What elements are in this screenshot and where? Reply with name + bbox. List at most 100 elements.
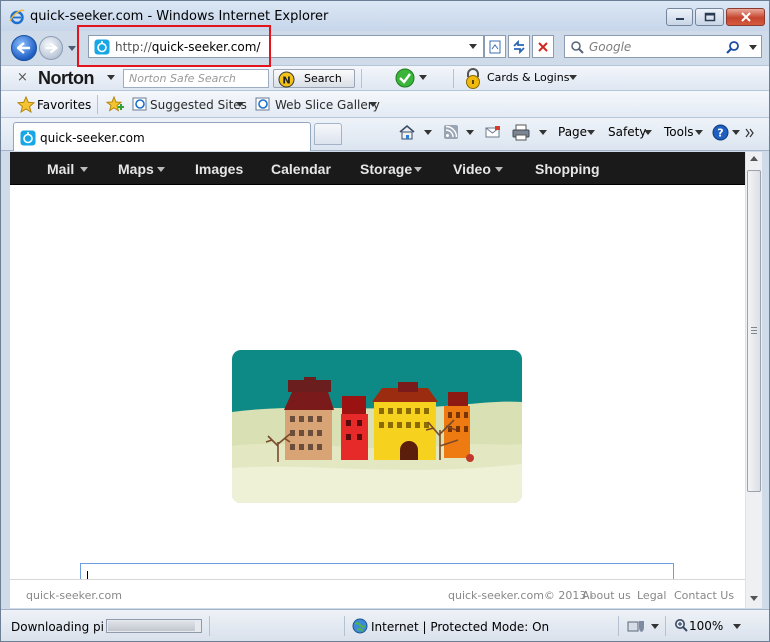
svg-text:?: ? — [717, 127, 723, 140]
refresh-button[interactable] — [508, 35, 530, 58]
ie-logo-icon — [9, 9, 25, 25]
status-divider — [209, 616, 210, 636]
close-icon — [740, 12, 751, 22]
storage-dropdown-icon[interactable] — [414, 167, 422, 173]
suggested-sites-icon — [132, 97, 147, 111]
nav-item-calendar[interactable]: Calendar — [271, 161, 331, 177]
forward-button[interactable] — [39, 36, 63, 60]
safety-menu[interactable]: Safety — [608, 125, 646, 139]
nav-item-images[interactable]: Images — [195, 161, 243, 177]
home-icon[interactable] — [398, 124, 416, 141]
refresh-icon — [513, 39, 525, 54]
web-slice-gallery-link[interactable]: Web Slice Gallery — [275, 98, 380, 112]
cards-logins-label[interactable]: Cards & Logins — [487, 71, 569, 84]
scrollbar-grip — [751, 327, 757, 334]
toolbar-divider — [453, 69, 454, 88]
page-content: Mail Maps Images Calendar Storage Video … — [10, 152, 745, 608]
search-icon[interactable] — [725, 40, 740, 55]
zoom-level[interactable]: 100% — [689, 619, 723, 633]
status-text: Downloading picture — [11, 620, 103, 634]
print-dropdown-icon[interactable] — [539, 130, 547, 136]
safe-web-check-icon[interactable] — [394, 68, 416, 88]
tab-quick-seeker[interactable]: quick-seeker.com — [13, 122, 311, 151]
tab-favicon-icon — [20, 130, 36, 146]
back-arrow-icon — [17, 42, 30, 54]
close-window-button[interactable] — [726, 8, 765, 26]
zoom-dropdown-icon[interactable] — [733, 624, 741, 630]
tab-label: quick-seeker.com — [40, 131, 145, 145]
norton-logo[interactable]: Norton — [38, 68, 94, 89]
stop-button[interactable] — [532, 35, 554, 58]
minimize-icon — [675, 18, 684, 20]
nav-item-mail[interactable]: Mail — [47, 161, 74, 177]
compatibility-view-icon — [489, 40, 501, 53]
internet-zone-globe-icon — [352, 618, 368, 634]
address-dropdown-icon[interactable] — [469, 43, 478, 50]
protected-mode-dropdown-icon[interactable] — [651, 624, 659, 630]
winter-town-illustration — [232, 350, 522, 503]
footer-legal-link[interactable]: Legal — [637, 589, 666, 602]
nav-item-video[interactable]: Video — [453, 161, 491, 177]
minimize-button[interactable] — [666, 8, 693, 26]
read-mail-icon[interactable] — [485, 124, 501, 140]
nav-item-maps[interactable]: Maps — [118, 161, 154, 177]
suggested-sites-dropdown-icon[interactable] — [236, 102, 244, 108]
tools-menu-dropdown-icon[interactable] — [695, 130, 703, 136]
norton-search-input[interactable]: Norton Safe Search — [123, 69, 269, 88]
norton-search-button[interactable]: N Search — [273, 69, 355, 88]
page-menu-dropdown-icon[interactable] — [587, 130, 595, 136]
more-commands-chevron-icon[interactable] — [745, 128, 755, 138]
feeds-icon[interactable] — [443, 124, 459, 140]
norton-search-placeholder: Norton Safe Search — [129, 72, 236, 85]
web-slice-gallery-dropdown-icon[interactable] — [369, 102, 377, 108]
page-menu[interactable]: Page — [558, 125, 587, 139]
back-button[interactable] — [11, 35, 37, 61]
address-highlight-annotation — [77, 25, 271, 67]
search-placeholder: Google — [589, 40, 632, 54]
new-tab-button[interactable] — [314, 123, 342, 145]
nav-item-shopping[interactable]: Shopping — [535, 161, 600, 177]
maximize-button[interactable] — [695, 8, 724, 26]
search-options-dropdown-icon[interactable] — [749, 44, 758, 51]
help-dropdown-icon[interactable] — [732, 130, 740, 136]
video-dropdown-icon[interactable] — [495, 167, 503, 173]
mail-dropdown-icon[interactable] — [80, 167, 88, 173]
identity-safe-lock-icon[interactable] — [462, 68, 484, 89]
security-zone-text[interactable]: Internet | Protected Mode: On — [371, 620, 549, 634]
home-dropdown-icon[interactable] — [424, 130, 432, 136]
scroll-down-arrow-icon[interactable] — [750, 596, 758, 602]
norton-toolbar: × Norton Norton Safe Search N Search Car… — [1, 65, 769, 91]
suggested-sites-link[interactable]: Suggested Sites — [150, 98, 247, 112]
scroll-up-arrow-icon[interactable] — [750, 156, 758, 162]
ie-window: quick-seeker.com - Windows Internet Expl… — [0, 0, 770, 642]
recent-pages-dropdown-icon[interactable] — [67, 43, 77, 53]
status-divider — [344, 616, 345, 636]
add-to-favorites-bar-icon[interactable] — [105, 95, 125, 114]
cards-logins-dropdown-icon[interactable] — [569, 75, 577, 81]
safe-web-dropdown-icon[interactable] — [419, 75, 427, 81]
feeds-dropdown-icon[interactable] — [466, 130, 474, 136]
vertical-scrollbar[interactable] — [745, 152, 762, 608]
help-icon[interactable]: ? — [712, 124, 729, 141]
footer-contact-link[interactable]: Contact Us — [674, 589, 734, 602]
print-icon[interactable] — [512, 124, 530, 141]
toolbar-divider — [361, 69, 362, 88]
favorites-divider — [97, 95, 98, 114]
close-toolbar-icon[interactable]: × — [17, 70, 28, 85]
compatibility-view-button[interactable] — [484, 35, 506, 58]
nav-item-storage[interactable]: Storage — [360, 161, 412, 177]
footer-about-link[interactable]: About us — [582, 589, 631, 602]
protected-mode-icon[interactable] — [626, 618, 646, 634]
favorites-label: Favorites — [37, 98, 92, 112]
scrollbar-thumb[interactable] — [747, 170, 761, 492]
norton-search-label: Search — [304, 72, 342, 85]
search-input[interactable]: Google — [564, 35, 762, 58]
tools-menu[interactable]: Tools — [664, 125, 694, 139]
safety-menu-dropdown-icon[interactable] — [644, 130, 652, 136]
maps-dropdown-icon[interactable] — [157, 167, 165, 173]
status-divider — [618, 616, 619, 636]
status-divider — [665, 616, 666, 636]
norton-menu-dropdown-icon[interactable] — [107, 75, 115, 81]
stop-icon — [538, 41, 548, 52]
site-nav-bar: Mail Maps Images Calendar Storage Video … — [10, 152, 745, 185]
